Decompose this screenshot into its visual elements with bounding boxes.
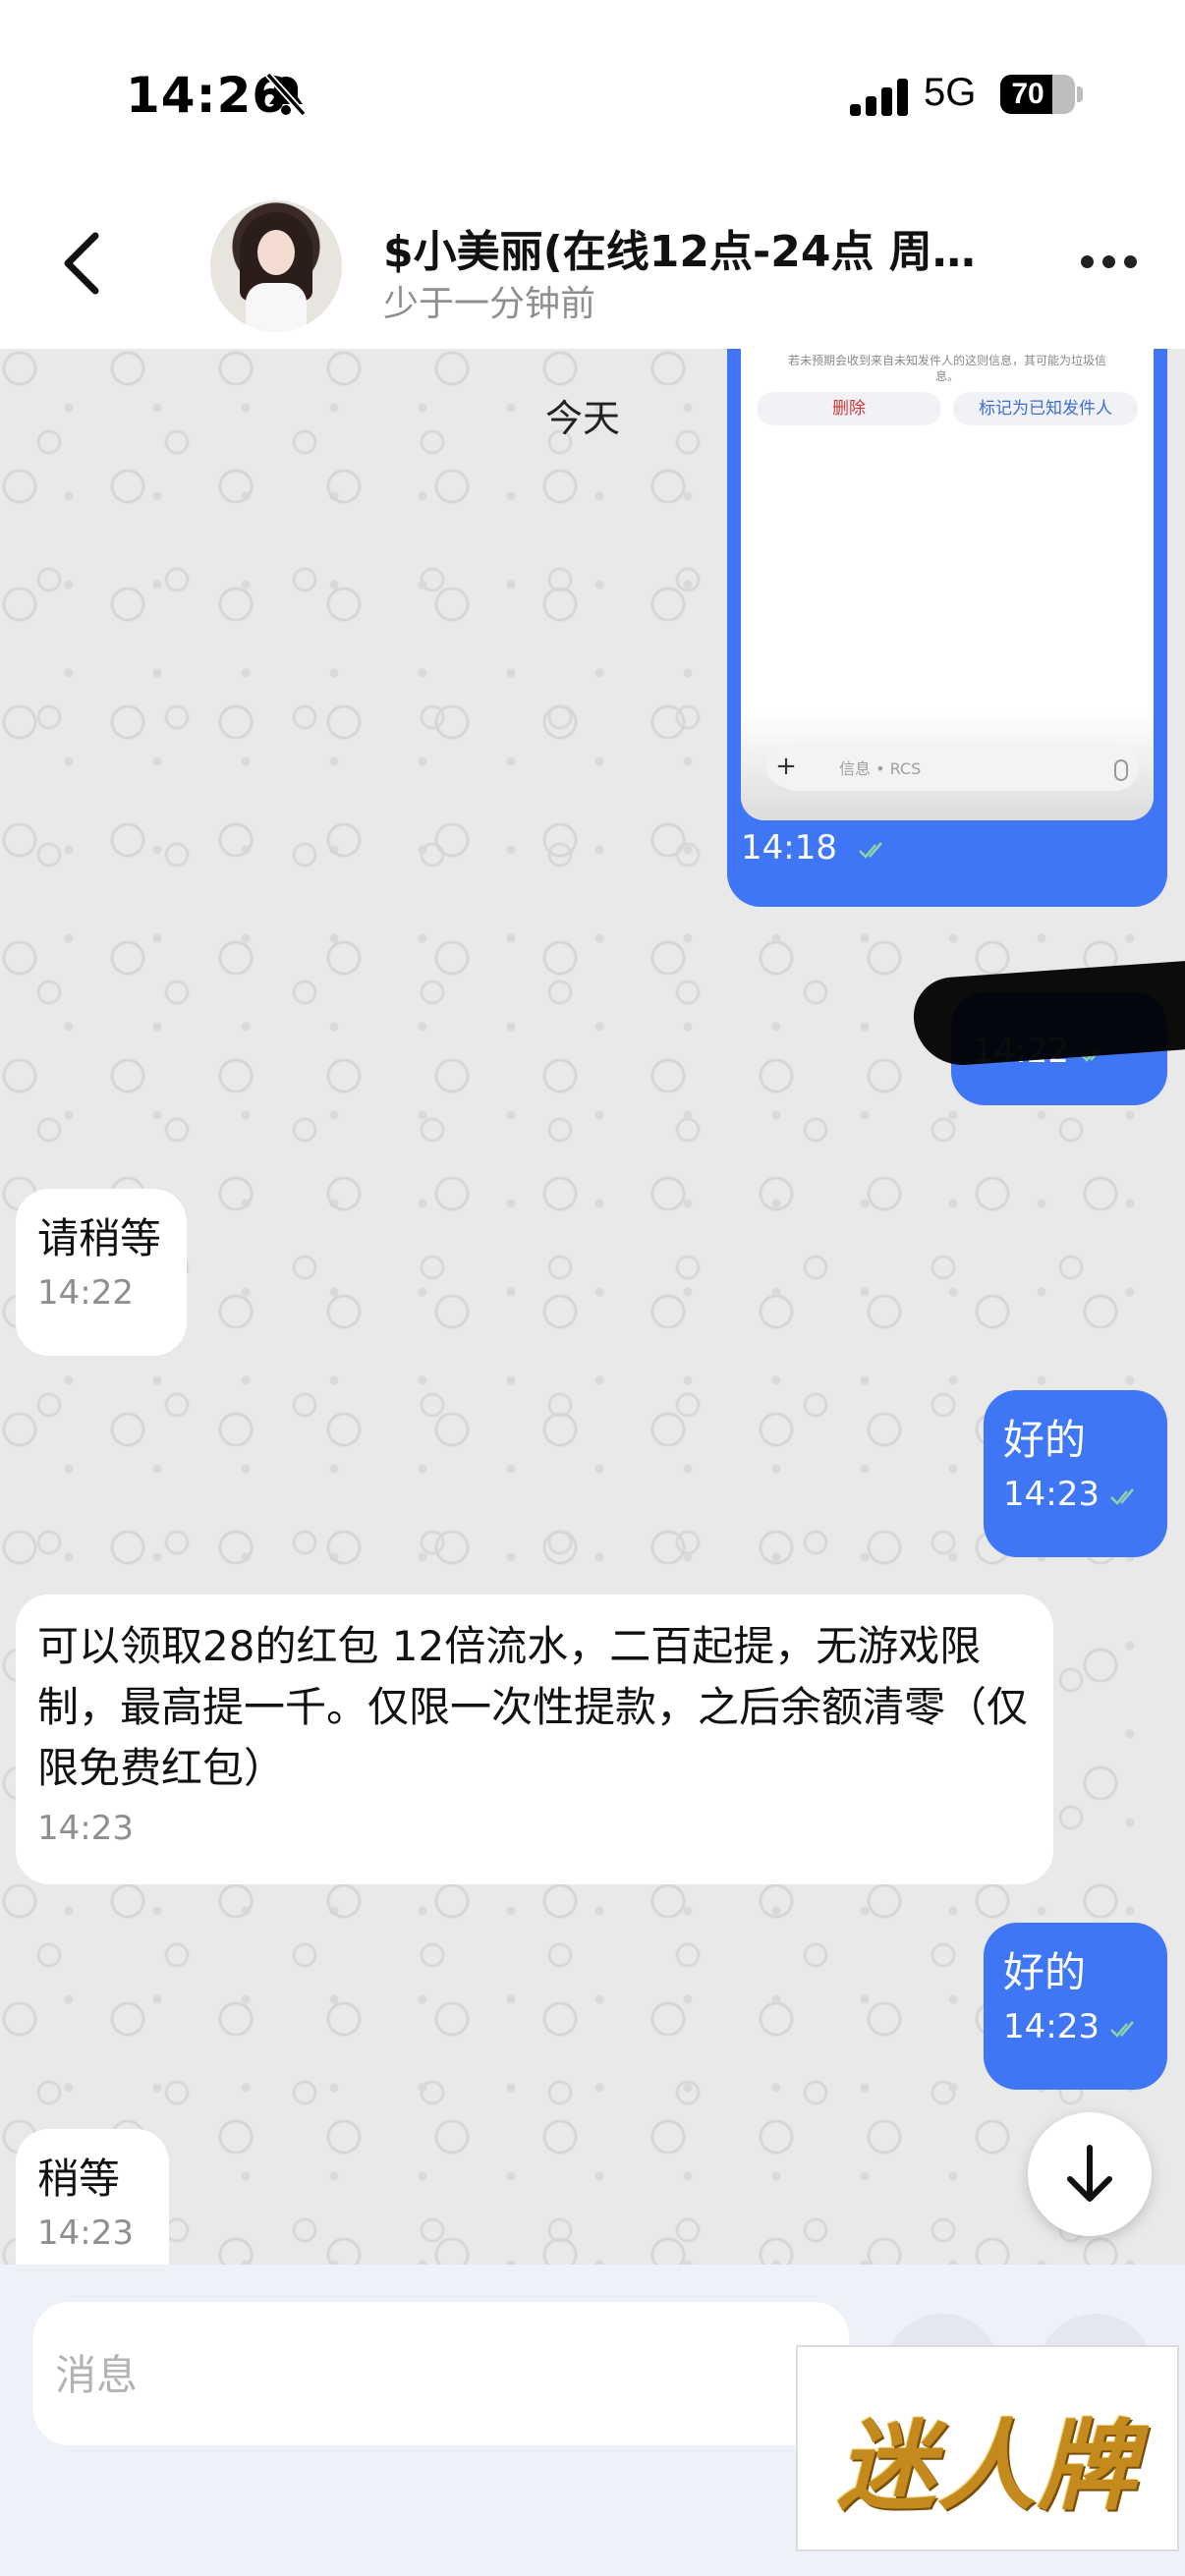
watermark-text: 迷人牌 (837, 2409, 1138, 2524)
message-time: 14:23 (1003, 1475, 1148, 1514)
more-dots-icon[interactable] (1081, 255, 1140, 275)
message-time: 14:22 (37, 1273, 134, 1313)
message-bubble-incoming[interactable]: 可以领取28的红包 12倍流水，二百起提，无游戏限制，最高提一千。仅限一次性提款… (16, 1595, 1053, 1884)
network-type: 5G (924, 71, 977, 114)
screenshot-plus-icon: + (766, 748, 806, 787)
redaction-scribble (911, 959, 1185, 1069)
message-time: 14:18 (741, 828, 891, 868)
message-time: 14:23 (1003, 2007, 1148, 2046)
message-text: 好的 (1003, 1416, 1087, 1464)
microphone-icon (1114, 759, 1128, 781)
battery-tip (1077, 86, 1083, 102)
message-bubble-incoming[interactable]: 请稍等 14:22 (16, 1189, 187, 1356)
arrow-down-icon (1067, 2145, 1112, 2202)
contact-name[interactable]: $小美丽(在线12点-24点 周… (383, 216, 992, 279)
message-time: 14:23 (37, 1809, 134, 1848)
message-text: 稍等 (37, 2155, 121, 2203)
watermark-logo: 迷人牌 (796, 2345, 1179, 2551)
bell-slash-icon (265, 72, 307, 117)
screenshot-input-field (774, 746, 1138, 791)
message-list[interactable]: 若未预期会收到来自未知发件人的这则信息，其可能为垃圾信息。 删除 标记为已知发件… (0, 349, 1185, 2265)
battery-icon: 70 (1000, 75, 1075, 114)
chat-header: $小美丽(在线12点-24点 周… 少于一分钟前 (0, 187, 1185, 349)
double-check-icon (1110, 2020, 1134, 2038)
signal-icon (850, 77, 909, 116)
message-input[interactable] (53, 2331, 823, 2418)
message-bubble-incoming[interactable]: 稍等 14:23 (16, 2129, 169, 2265)
date-separator: 今天 (545, 397, 621, 440)
last-seen-status: 少于一分钟前 (383, 284, 596, 324)
double-check-icon (1110, 1487, 1134, 1505)
message-time: 14:23 (37, 2213, 134, 2253)
message-bubble-outgoing[interactable]: 好的 14:23 (984, 1923, 1167, 2090)
back-arrow-icon[interactable] (54, 224, 113, 303)
status-bar: 14:26 5G 70 (0, 0, 1185, 187)
screenshot-mark-known-button: 标记为已知发件人 (953, 392, 1138, 425)
screenshot-hint-text: 若未预期会收到来自未知发件人的这则信息，其可能为垃圾信息。 (787, 354, 1106, 383)
message-input-container[interactable] (33, 2302, 849, 2445)
message-bubble-outgoing[interactable]: 好的 14:23 (984, 1390, 1167, 1557)
screenshot-delete-button: 删除 (757, 392, 941, 425)
image-message[interactable]: 若未预期会收到来自未知发件人的这则信息，其可能为垃圾信息。 删除 标记为已知发件… (727, 349, 1167, 907)
message-text: 好的 (1003, 1948, 1087, 1996)
screenshot-input-placeholder: 信息 • RCS (839, 759, 922, 778)
scroll-to-bottom-button[interactable] (1028, 2112, 1152, 2236)
message-text: 可以领取28的红包 12倍流水，二百起提，无游戏限制，最高提一千。仅限一次性提款… (37, 1622, 1029, 1792)
message-composer: 迷人牌 (0, 2265, 1185, 2576)
avatar[interactable] (210, 200, 342, 332)
battery-level: 70 (1011, 78, 1044, 110)
screenshot-image[interactable]: 若未预期会收到来自未知发件人的这则信息，其可能为垃圾信息。 删除 标记为已知发件… (741, 349, 1154, 820)
message-text: 请稍等 (37, 1214, 162, 1262)
double-check-icon (858, 841, 882, 859)
